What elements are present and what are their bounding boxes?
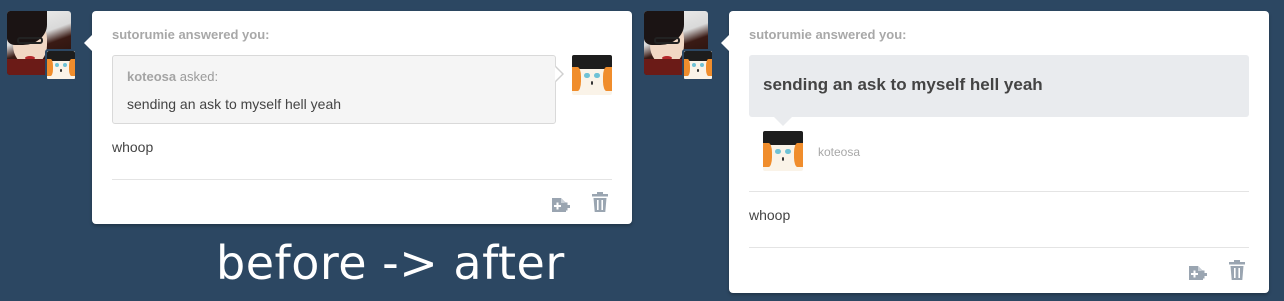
notification-card-after: sutorumie answered you: sending an ask t… xyxy=(721,11,1269,293)
reblog-button[interactable] xyxy=(1187,262,1209,284)
avatar-glasses xyxy=(654,37,680,44)
notification-header: sutorumie answered you: xyxy=(749,27,907,42)
question-text: sending an ask to myself hell yeah xyxy=(763,75,1043,94)
ask-pointer-fill xyxy=(555,67,562,81)
asker-name-link[interactable]: koteosa xyxy=(127,69,176,84)
asker-avatar[interactable] xyxy=(763,131,803,171)
ask-box: sending an ask to myself hell yeah xyxy=(749,55,1249,117)
answer-text: whoop xyxy=(749,207,791,223)
question-text: sending an ask to myself hell yeah xyxy=(127,96,342,112)
divider xyxy=(112,179,612,180)
reblog-icon xyxy=(1189,266,1207,280)
avatar-glasses xyxy=(17,37,43,44)
asker-line: koteosa asked: xyxy=(127,69,218,84)
divider xyxy=(749,191,1249,192)
asker-name-link[interactable]: koteosa xyxy=(818,145,860,159)
ask-pointer xyxy=(774,117,792,126)
ask-box: koteosa asked: sending an ask to myself … xyxy=(112,55,556,124)
reblog-button[interactable] xyxy=(550,194,572,216)
asker-mini-avatar[interactable] xyxy=(45,49,77,81)
delete-button[interactable] xyxy=(589,191,611,213)
divider xyxy=(749,247,1249,248)
notification-header: sutorumie answered you: xyxy=(112,27,270,42)
comparison-caption: before -> after xyxy=(216,236,565,290)
comparison-stage: sutorumie answered you: koteosa asked: s… xyxy=(0,0,1284,301)
asked-label: asked: xyxy=(179,69,219,84)
koteosa-avatar-image xyxy=(684,51,712,79)
asker-mini-avatar[interactable] xyxy=(682,49,714,81)
notification-card-before: sutorumie answered you: koteosa asked: s… xyxy=(84,11,632,224)
trash-icon xyxy=(592,192,608,212)
trash-icon xyxy=(1229,260,1245,280)
koteosa-avatar-image xyxy=(47,51,75,79)
delete-button[interactable] xyxy=(1226,259,1248,281)
reblog-icon xyxy=(552,198,570,212)
asker-avatar[interactable] xyxy=(572,55,612,95)
answer-text: whoop xyxy=(112,139,154,155)
